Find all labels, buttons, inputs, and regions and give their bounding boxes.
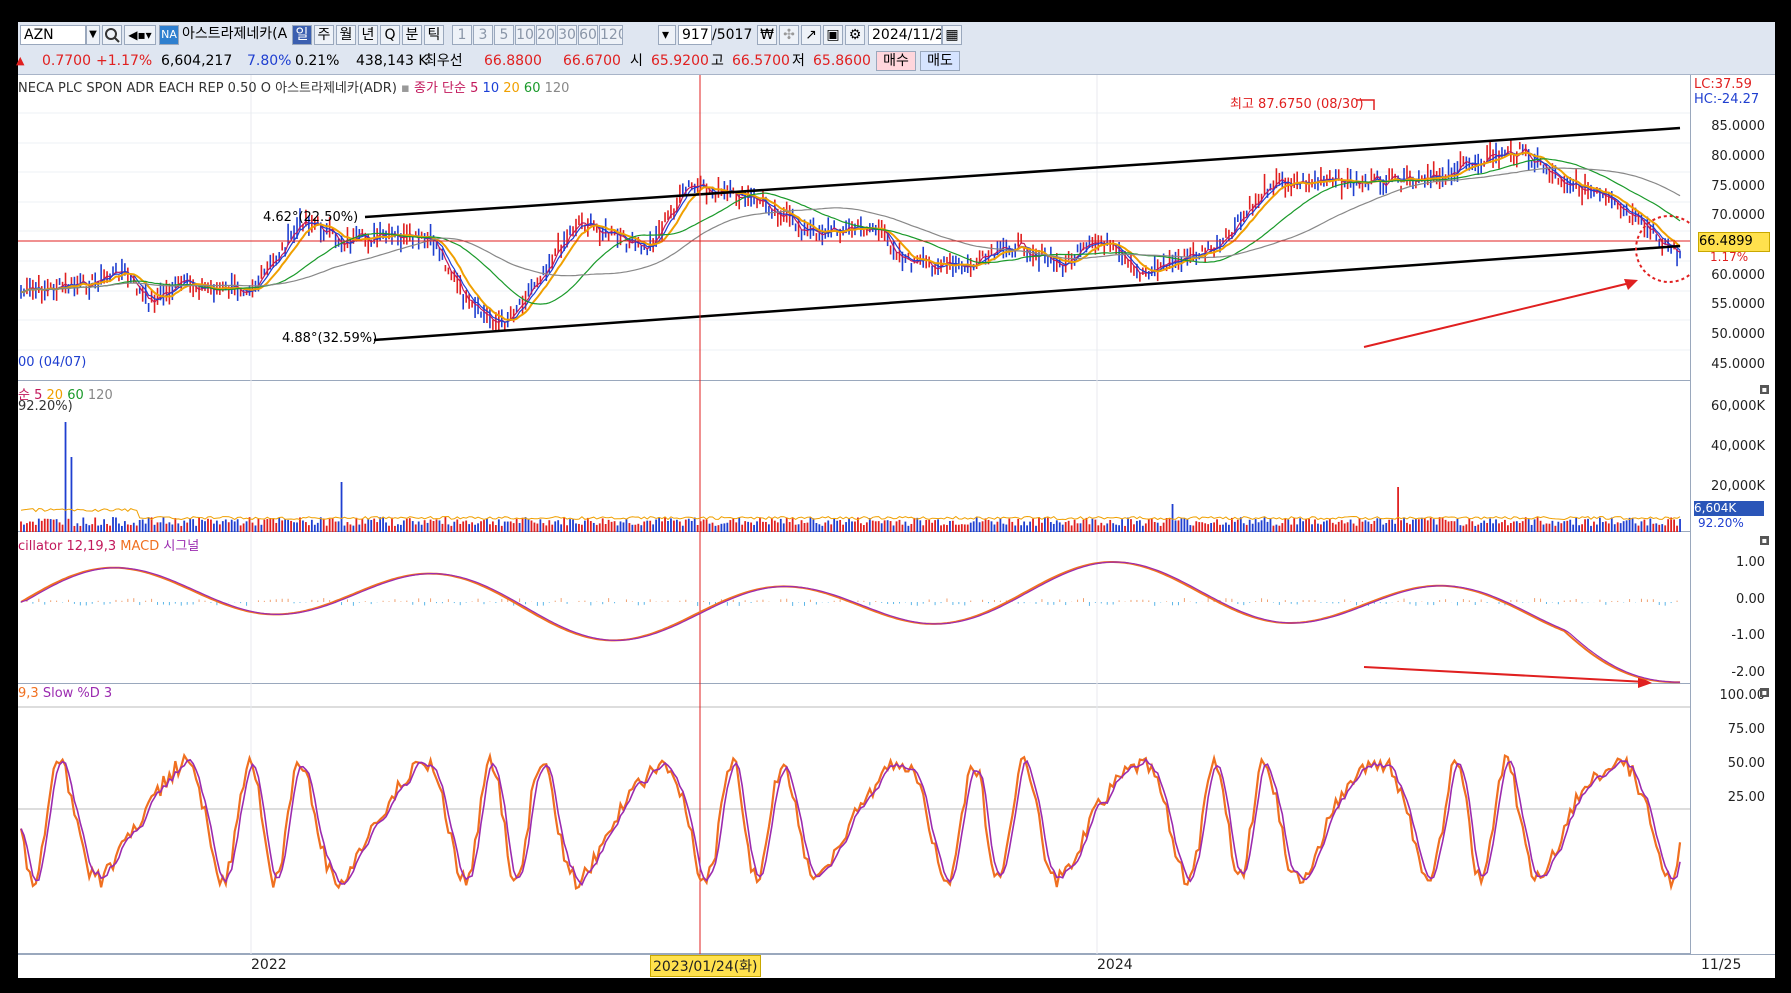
signal-line [20,561,1681,683]
macd-line [20,561,1681,684]
stoch-panel-close-icon[interactable]: ▪ [1760,688,1769,697]
axis-tick-label: 40,000K [1710,439,1765,454]
stoch-legend: 9,3 Slow %D 3 [18,686,112,701]
x-label-last: 11/25 [1701,957,1742,973]
price-axis[interactable]: 85.000080.000075.000070.000065.000060.00… [1690,75,1775,381]
ma60-label: 60 [523,81,541,96]
period-low-note: 00 (04/07) [18,355,87,370]
current-price-pct: 1.17% [1710,250,1749,264]
x-label-2024: 2024 [1097,957,1133,973]
macd-legend: cillator 12,19,3 MACD 시그널 [18,535,199,554]
axis-tick-label: 50.0000 [1711,327,1765,342]
current-volume-pct: 92.20% [1698,516,1744,530]
macd-axis[interactable]: 1.00 0.00 -1.00 -2.00 [1690,532,1775,684]
vol-ma120-label: 120 [87,388,113,403]
axis-tick-label: 70.0000 [1711,208,1765,223]
volume-ma-line [20,507,1681,521]
axis-tick-label: 75.00 [1727,722,1765,737]
stochastic-axis[interactable]: 100.00 75.00 50.00 25.00 [1690,684,1775,954]
axis-tick-label: 1.00 [1736,555,1765,570]
current-volume-marker: 6,604K [1694,501,1764,516]
crosshair-date-label: 2023/01/24(화) [650,955,761,977]
axis-tick-label: 60,000K [1710,399,1765,414]
x-label-2022: 2022 [251,957,287,973]
axis-tick-label: 25.00 [1727,790,1765,805]
ma-type-label: 종가 단순 [414,81,466,96]
ma10-label: 10 [482,81,500,96]
volume-legend-pct: 92.20%) [18,399,73,414]
lower-trendline-label: 4.88°(32.59%) [282,331,378,346]
annotation-arrow [1363,666,1647,683]
current-price-marker: 66.4899 [1698,232,1770,252]
oscillator-label: cillator 12,19,3 [18,539,117,554]
chart-window: AZN ▼ ◀▪▾ NA 아스트라제네카(A 일주월년Q분틱 1 3 5 10 20 30… [16,22,1775,978]
annotation-arrow [1363,281,1635,348]
upper-trendline-label: 4.62°(22.50%) [263,210,359,225]
axis-tick-label: 50.00 [1727,756,1765,771]
macd-panel-close-icon[interactable]: ▪ [1760,536,1769,545]
chart-plot-area[interactable] [18,22,1690,954]
stoch-k-line [19,751,1682,892]
axis-tick-label: 0.00 [1736,592,1765,607]
axis-tick-label: 80.0000 [1711,149,1765,164]
hc-label: HC:-24.27 [1694,92,1760,107]
volume-panel-close-icon[interactable]: ▪ [1760,385,1769,394]
axis-tick-label: 45.0000 [1711,357,1765,372]
axis-tick-label: 100.00 [1719,688,1766,703]
axis-tick-label: 85.0000 [1711,119,1765,134]
instrument-name: NECA PLC SPON ADR EACH REP 0.50 O 아스트라제네… [18,81,397,96]
annotation-arrowhead [1624,279,1638,290]
axis-tick-label: 20,000K [1710,479,1765,494]
axis-tick-label: -1.00 [1731,628,1765,643]
axis-tick-label: -2.00 [1731,665,1765,680]
stoch-d-label: Slow %D 3 [42,686,113,701]
axis-tick-label: 55.0000 [1711,297,1765,312]
stoch-k-label: 9,3 [18,686,39,701]
ma120-label: 120 [544,81,570,96]
x-axis: 2022 2023/01/24(화) 2024 11/25 [18,954,1775,978]
ma20-label: 20 [503,81,520,96]
legend-marker: ▪ [401,81,410,96]
macd-label: MACD [120,539,160,554]
lc-label: LC:37.59 [1694,77,1752,92]
price-legend: NECA PLC SPON ADR EACH REP 0.50 O 아스트라제네… [18,77,569,96]
signal-label: 시그널 [163,539,200,554]
axis-tick-label: 75.0000 [1711,179,1765,194]
period-high-note: 최고 87.6750 (08/30) [1230,97,1364,112]
axis-tick-label: 60.0000 [1711,268,1765,283]
ma5-label: 5 [470,81,479,96]
